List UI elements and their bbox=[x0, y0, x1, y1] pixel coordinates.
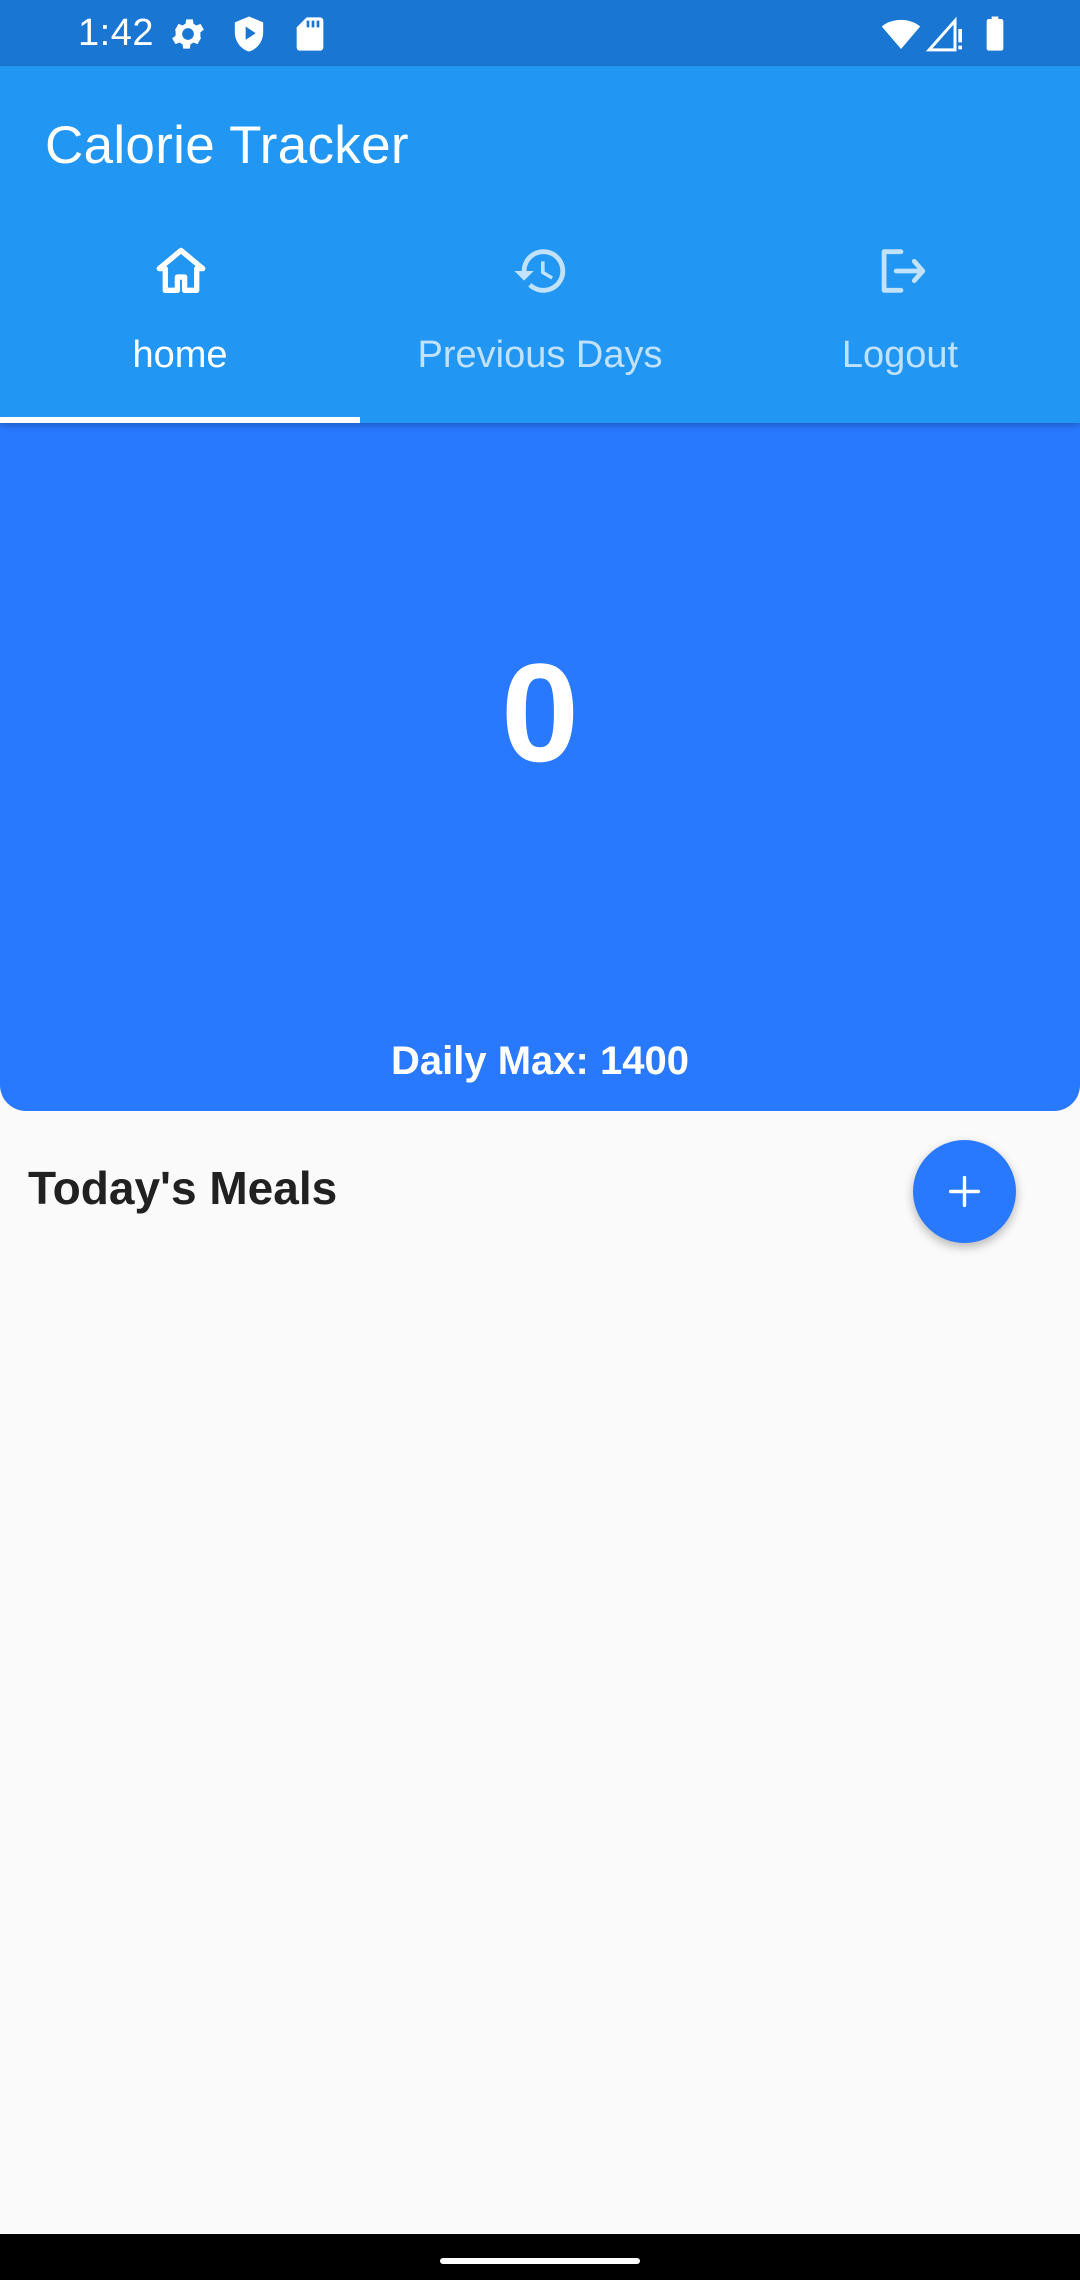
history-icon bbox=[512, 242, 570, 300]
settings-icon bbox=[168, 14, 208, 54]
shield-play-icon bbox=[229, 14, 269, 54]
system-navigation-bar bbox=[0, 2234, 1080, 2280]
add-meal-button[interactable] bbox=[913, 1140, 1016, 1243]
home-gesture-handle[interactable] bbox=[440, 2258, 640, 2264]
calorie-summary-card: 0 Daily Max: 1400 bbox=[0, 423, 1080, 1111]
calorie-count: 0 bbox=[501, 634, 579, 791]
status-time: 1:42 bbox=[78, 12, 154, 54]
daily-max-label: Daily Max: 1400 bbox=[391, 1039, 689, 1083]
sd-card-icon bbox=[290, 14, 330, 54]
tab-bar: home Previous Days Logout bbox=[0, 240, 1080, 423]
tab-home-label: home bbox=[132, 334, 228, 376]
status-bar: 1:42 bbox=[0, 0, 1080, 66]
app-title: Calorie Tracker bbox=[45, 116, 409, 175]
tab-logout-label: Logout bbox=[841, 334, 959, 376]
meals-list bbox=[0, 1260, 1080, 2230]
wifi-icon bbox=[881, 14, 921, 54]
tab-logout[interactable]: Logout bbox=[720, 240, 1080, 423]
app-bar: Calorie Tracker home Previous Days Logou… bbox=[0, 66, 1080, 423]
todays-meals-header: Today's Meals bbox=[28, 1162, 338, 1214]
tab-selected-indicator bbox=[0, 417, 360, 423]
tab-home[interactable]: home bbox=[0, 240, 360, 423]
home-icon bbox=[152, 242, 210, 300]
logout-icon bbox=[872, 242, 930, 300]
cellular-no-data-icon bbox=[925, 14, 965, 54]
tab-previous-days[interactable]: Previous Days bbox=[360, 240, 720, 423]
battery-icon bbox=[975, 14, 1015, 54]
calorie-tracker-screen: 1:42 Calorie Tracker home Previous Days … bbox=[0, 0, 1080, 2280]
plus-icon bbox=[946, 1173, 983, 1210]
tab-previous-days-label: Previous Days bbox=[417, 334, 663, 376]
